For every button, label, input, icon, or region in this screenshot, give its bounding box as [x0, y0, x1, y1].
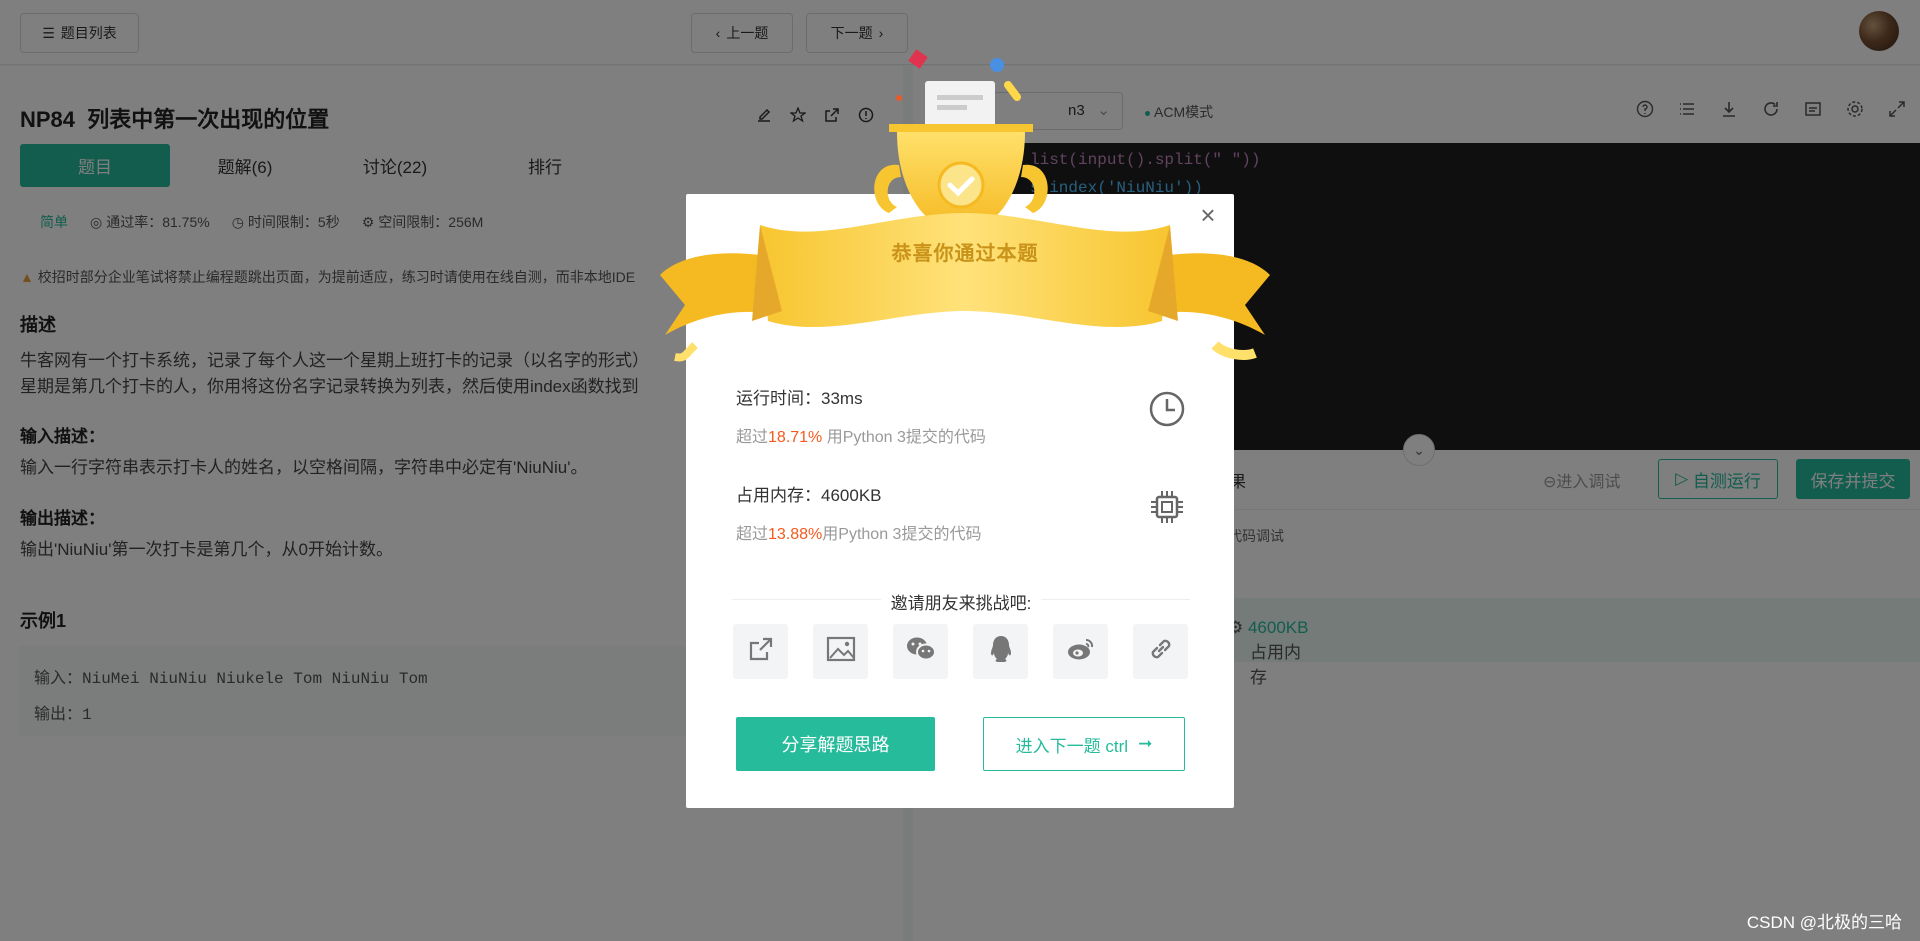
invite-label: 邀请朋友来挑战吧:	[880, 594, 1042, 613]
chip-icon	[1148, 488, 1186, 531]
success-title: 恭喜你通过本题	[891, 243, 1039, 265]
memory-beat-suffix: 用Python 3提交的代码	[822, 526, 982, 543]
share-row	[733, 624, 1188, 679]
watermark: CSDN @北极的三哈	[1746, 913, 1902, 932]
copy-link-button[interactable]	[1133, 624, 1188, 679]
memory-beat: 超过13.88%用Python 3提交的代码	[736, 520, 981, 544]
runtime-beat: 超过18.71% 用Python 3提交的代码	[736, 423, 986, 447]
external-share-icon	[747, 635, 775, 668]
share-image-button[interactable]	[813, 624, 868, 679]
share-solution-button[interactable]: 分享解题思路	[736, 717, 935, 771]
next-question-button[interactable]: 进入下一题 ctrl ➞	[983, 717, 1185, 771]
trophy-illustration	[660, 49, 1270, 362]
runtime-beat-prefix: 超过	[736, 429, 769, 446]
wechat-icon	[905, 635, 937, 668]
link-icon	[1147, 635, 1175, 668]
image-icon	[826, 636, 856, 667]
qq-penguin-icon	[988, 634, 1014, 669]
weibo-icon	[1066, 636, 1096, 667]
runtime-beat-pct: 18.71%	[768, 429, 823, 446]
memory-beat-pct: 13.88%	[768, 526, 823, 543]
invite-text: 邀请朋友来挑战吧:	[732, 589, 1190, 614]
share-qq-button[interactable]	[973, 624, 1028, 679]
runtime-beat-suffix: 用Python 3提交的代码	[822, 429, 986, 446]
share-wechat-button[interactable]	[893, 624, 948, 679]
memory-beat-prefix: 超过	[736, 526, 769, 543]
share-link-button[interactable]	[733, 624, 788, 679]
arrow-right-icon: ➞	[1138, 734, 1153, 753]
share-weibo-button[interactable]	[1053, 624, 1108, 679]
memory-label: 占用内存：4600KB	[736, 486, 882, 505]
memory-stat: 占用内存：4600KB 超过13.88%用Python 3提交的代码	[736, 481, 981, 544]
next-question-label: 进入下一题 ctrl	[1015, 736, 1129, 756]
